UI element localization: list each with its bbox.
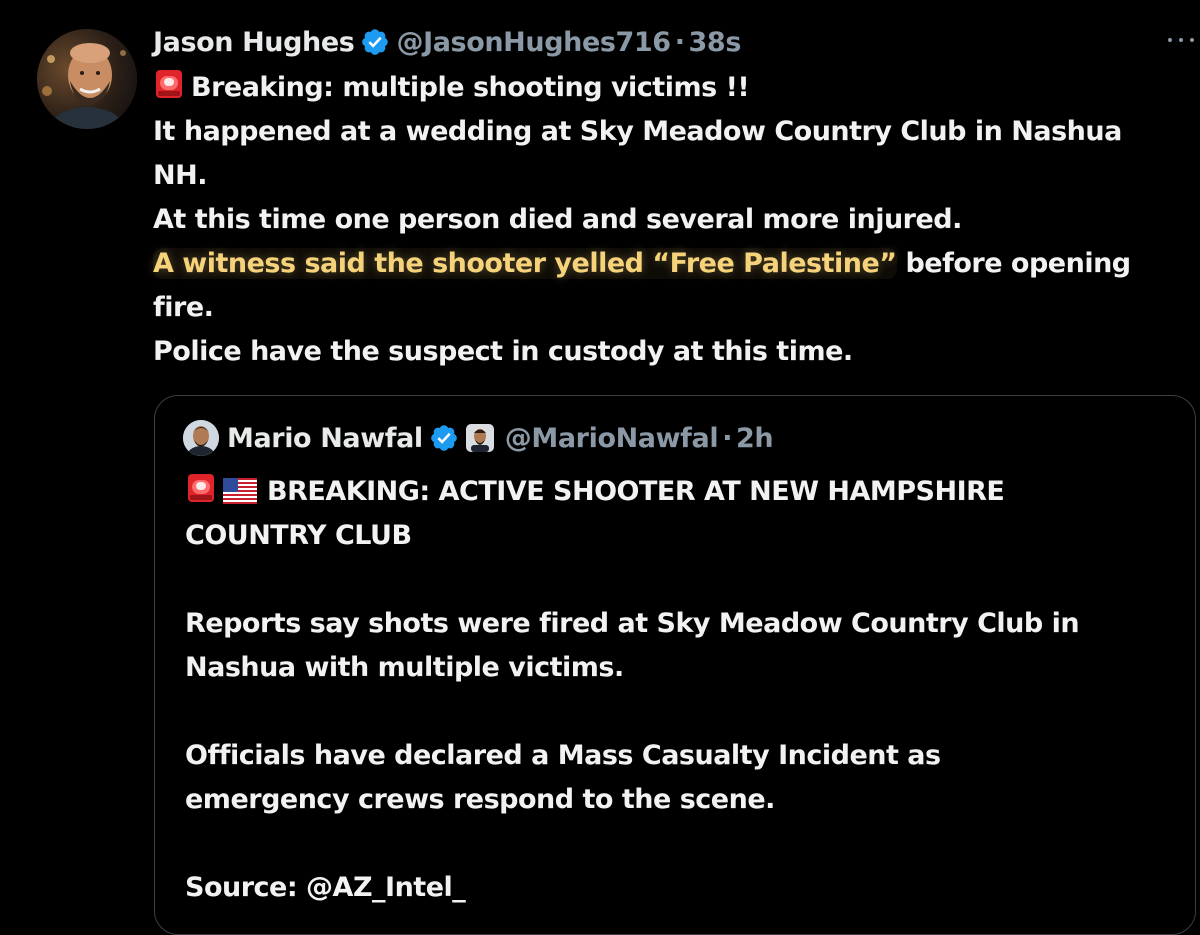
tweet-line-3: NH. [153, 160, 207, 191]
affiliate-badge-icon[interactable] [465, 423, 495, 453]
highlighted-quote: A witness said the shooter yelled “Free … [153, 248, 897, 279]
tweet-line-1: Breaking: multiple shooting victims !! [191, 72, 750, 103]
tweet[interactable]: Jason Hughes @JasonHughes716 · 38s Break… [0, 0, 1200, 935]
quoted-source: Source: @AZ_Intel_ [185, 872, 466, 903]
quoted-author-name[interactable]: Mario Nawfal [227, 423, 423, 454]
us-flag-icon [223, 478, 257, 504]
avatar-photo [37, 29, 137, 129]
tweet-line-7: Police have the suspect in custody at th… [153, 336, 853, 367]
verified-badge-icon[interactable] [429, 423, 459, 453]
police-siren-icon [188, 474, 214, 502]
quoted-para-2-line-1: Officials have declared a Mass Casualty … [185, 740, 941, 771]
author-handle[interactable]: @JasonHughes716 [396, 27, 671, 58]
tweet-line-5: A witness said the shooter yelled “Free … [153, 242, 1193, 286]
tweet-line-5-rest: before opening [896, 248, 1131, 279]
author-avatar[interactable] [37, 29, 137, 129]
more-dots-icon[interactable] [1168, 34, 1194, 46]
quoted-tweet[interactable]: Mario Nawfal @MarioNawfal · 2h BREAKING:… [154, 395, 1196, 935]
quoted-headline-2: COUNTRY CLUB [185, 520, 412, 551]
quoted-author-handle[interactable]: @MarioNawfal [505, 423, 719, 454]
verified-badge-icon[interactable] [360, 27, 390, 57]
tweet-line-4: At this time one person died and several… [153, 204, 962, 235]
tweet-timestamp[interactable]: 38s [689, 27, 742, 58]
quoted-headline-line-1: BREAKING: ACTIVE SHOOTER AT NEW HAMPSHIR… [185, 470, 1175, 514]
author-name[interactable]: Jason Hughes [153, 27, 355, 58]
quoted-para-1-line-1: Reports say shots were fired at Sky Mead… [185, 608, 1080, 639]
separator-dot: · [674, 26, 685, 58]
police-siren-icon [156, 70, 182, 98]
quoted-avatar-photo [183, 420, 219, 456]
separator-dot: · [722, 422, 733, 454]
quoted-text: BREAKING: ACTIVE SHOOTER AT NEW HAMPSHIR… [185, 470, 1175, 910]
quoted-header: Mario Nawfal @MarioNawfal · 2h [183, 416, 774, 460]
tweet-text: Breaking: multiple shooting victims !! I… [153, 66, 1193, 374]
quoted-author-avatar[interactable] [183, 420, 219, 456]
tweet-header: Jason Hughes @JasonHughes716 · 38s [153, 22, 741, 62]
tweet-line-6: fire. [153, 292, 214, 323]
tweet-line-2: It happened at a wedding at Sky Meadow C… [153, 116, 1122, 147]
quoted-para-2-line-2: emergency crews respond to the scene. [185, 784, 775, 815]
quoted-headline-1: BREAKING: ACTIVE SHOOTER AT NEW HAMPSHIR… [267, 476, 1005, 507]
tweet-line: Breaking: multiple shooting victims !! [153, 66, 1193, 110]
quoted-para-1-line-2: Nashua with multiple victims. [185, 652, 624, 683]
quoted-timestamp[interactable]: 2h [736, 423, 774, 454]
